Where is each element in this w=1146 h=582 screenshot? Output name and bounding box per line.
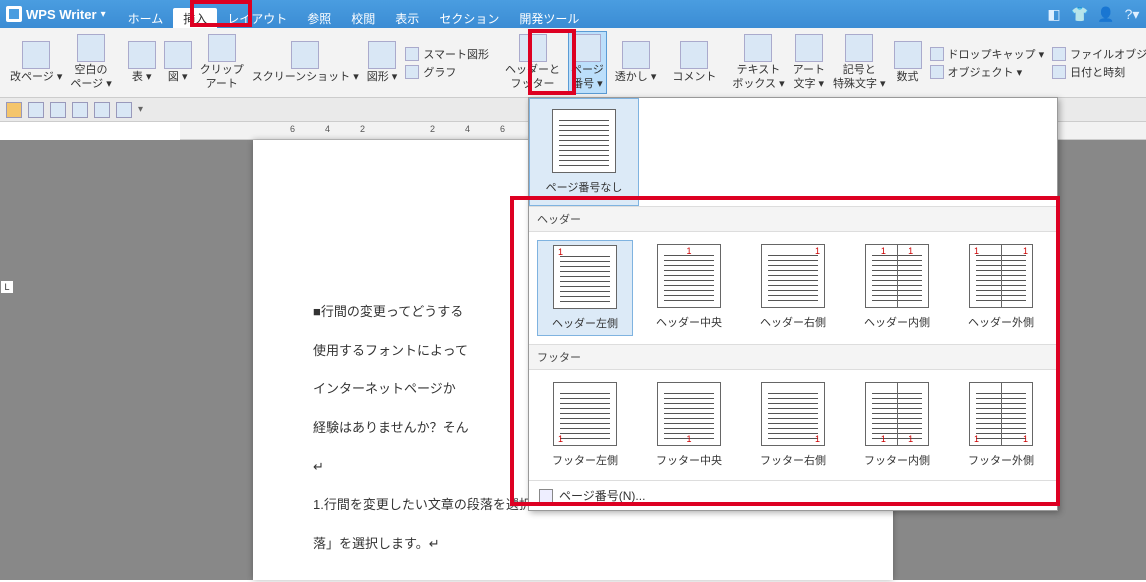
main-tabs: ホーム 挿入 レイアウト 参照 校閲 表示 セクション 開発ツール: [118, 0, 590, 28]
cloud-icon[interactable]: ◧: [1046, 6, 1062, 22]
help-icon[interactable]: ?▾: [1124, 6, 1140, 22]
textbox-button[interactable]: テキスト ボックス ▾: [732, 34, 784, 90]
ribbon-toolbar: 改ページ ▾ 空白の ページ ▾ 表 ▾ 図 ▾ クリップ アート スクリーンシ…: [0, 28, 1146, 98]
table-button[interactable]: 表 ▾: [128, 41, 156, 84]
footer-outside-option[interactable]: 11 フッター外側: [953, 378, 1049, 472]
outline-toggle-icon[interactable]: L: [0, 280, 14, 294]
equation-button[interactable]: 数式: [894, 41, 922, 84]
watermark-button[interactable]: 透かし ▾: [615, 41, 657, 84]
ruler-tick: 6: [500, 124, 505, 134]
smart-shape-button[interactable]: スマート図形: [405, 46, 489, 62]
tab-layout[interactable]: レイアウト: [217, 8, 297, 28]
ruler-tick: 6: [290, 124, 295, 134]
dropcap-button[interactable]: ドロップキャップ ▾: [930, 46, 1045, 62]
header-center-option[interactable]: 1 ヘッダー中央: [641, 240, 737, 336]
titlebar-right-icons: ◧ 👕 👤 ?▾: [1046, 6, 1140, 22]
tab-devtools[interactable]: 開発ツール: [509, 8, 589, 28]
symbol-button[interactable]: 記号と 特殊文字 ▾: [833, 34, 886, 90]
footer-center-option[interactable]: 1 フッター中央: [641, 378, 737, 472]
footer-options-grid: 1 フッター左側 1 フッター中央 1 フッター右側 11 フッター内側 11 …: [529, 370, 1057, 480]
tab-review[interactable]: 校閲: [341, 8, 385, 28]
header-left-option[interactable]: 1 ヘッダー左側: [537, 240, 633, 336]
ruler-tick: 4: [465, 124, 470, 134]
tab-references[interactable]: 参照: [297, 8, 341, 28]
tab-insert[interactable]: 挿入: [173, 8, 217, 28]
app-logo: [6, 6, 22, 22]
object-button[interactable]: オブジェクト ▾: [930, 64, 1045, 80]
page-number-menu-label: ページ番号(N)...: [559, 487, 645, 504]
qat-drop-icon[interactable]: ▾: [138, 104, 143, 115]
clipart-button[interactable]: クリップ アート: [200, 34, 244, 90]
footer-left-option[interactable]: 1 フッター左側: [537, 378, 633, 472]
shapes-button[interactable]: 図形 ▾: [367, 41, 398, 84]
redo-icon[interactable]: [116, 102, 132, 118]
blank-page-button[interactable]: 空白の ページ ▾: [70, 34, 111, 90]
datetime-button[interactable]: 日付と時刻: [1052, 64, 1146, 80]
wordart-button[interactable]: アート 文字 ▾: [793, 34, 825, 90]
tab-view[interactable]: 表示: [385, 8, 429, 28]
dropdown-footer-section-label: フッター: [529, 344, 1057, 370]
app-menu-drop[interactable]: ▾: [101, 9, 106, 20]
header-inside-option[interactable]: 11 ヘッダー内側: [849, 240, 945, 336]
header-options-grid: 1 ヘッダー左側 1 ヘッダー中央 1 ヘッダー右側 11 ヘッダー内側 11 …: [529, 232, 1057, 344]
title-bar: WPS Writer ▾ ホーム 挿入 レイアウト 参照 校閲 表示 セクション…: [0, 0, 1146, 28]
tab-section[interactable]: セクション: [429, 8, 509, 28]
header-right-option[interactable]: 1 ヘッダー右側: [745, 240, 841, 336]
shirt-icon[interactable]: 👕: [1072, 6, 1088, 22]
print-icon[interactable]: [50, 102, 66, 118]
header-outside-option[interactable]: 11 ヘッダー外側: [953, 240, 1049, 336]
chart-button[interactable]: グラフ: [405, 64, 489, 80]
app-title: WPS Writer: [26, 7, 97, 22]
page-number-dialog-menu[interactable]: ページ番号(N)...: [529, 480, 1057, 510]
save-icon[interactable]: [28, 102, 44, 118]
open-icon[interactable]: [6, 102, 22, 118]
comment-button[interactable]: コメント: [672, 41, 716, 84]
page-number-none[interactable]: ページ番号なし: [529, 98, 639, 206]
page-number-none-label: ページ番号なし: [546, 179, 623, 195]
body-text: 落」を選択します。↵: [313, 532, 833, 557]
undo-icon[interactable]: [94, 102, 110, 118]
page-break-button[interactable]: 改ページ ▾: [10, 41, 62, 84]
footer-inside-option[interactable]: 11 フッター内側: [849, 378, 945, 472]
header-footer-button[interactable]: ヘッダーと フッター: [505, 34, 560, 90]
tab-home[interactable]: ホーム: [118, 8, 174, 28]
dropdown-header-section-label: ヘッダー: [529, 206, 1057, 232]
ruler-tick: 2: [360, 124, 365, 134]
footer-right-option[interactable]: 1 フッター右側: [745, 378, 841, 472]
page-number-button[interactable]: ページ 番号 ▾: [568, 31, 607, 93]
picture-button[interactable]: 図 ▾: [164, 41, 192, 84]
user-icon[interactable]: 👤: [1098, 6, 1114, 22]
page-number-menu-icon: [539, 489, 553, 503]
ruler-tick: 4: [325, 124, 330, 134]
print-preview-icon[interactable]: [72, 102, 88, 118]
file-object-button[interactable]: ファイルオブジェクト: [1052, 46, 1146, 62]
page-number-dropdown: ページ番号なし ヘッダー 1 ヘッダー左側 1 ヘッダー中央 1 ヘッダー右側 …: [528, 97, 1058, 511]
ruler-tick: 2: [430, 124, 435, 134]
screenshot-button[interactable]: スクリーンショット ▾: [252, 41, 359, 84]
